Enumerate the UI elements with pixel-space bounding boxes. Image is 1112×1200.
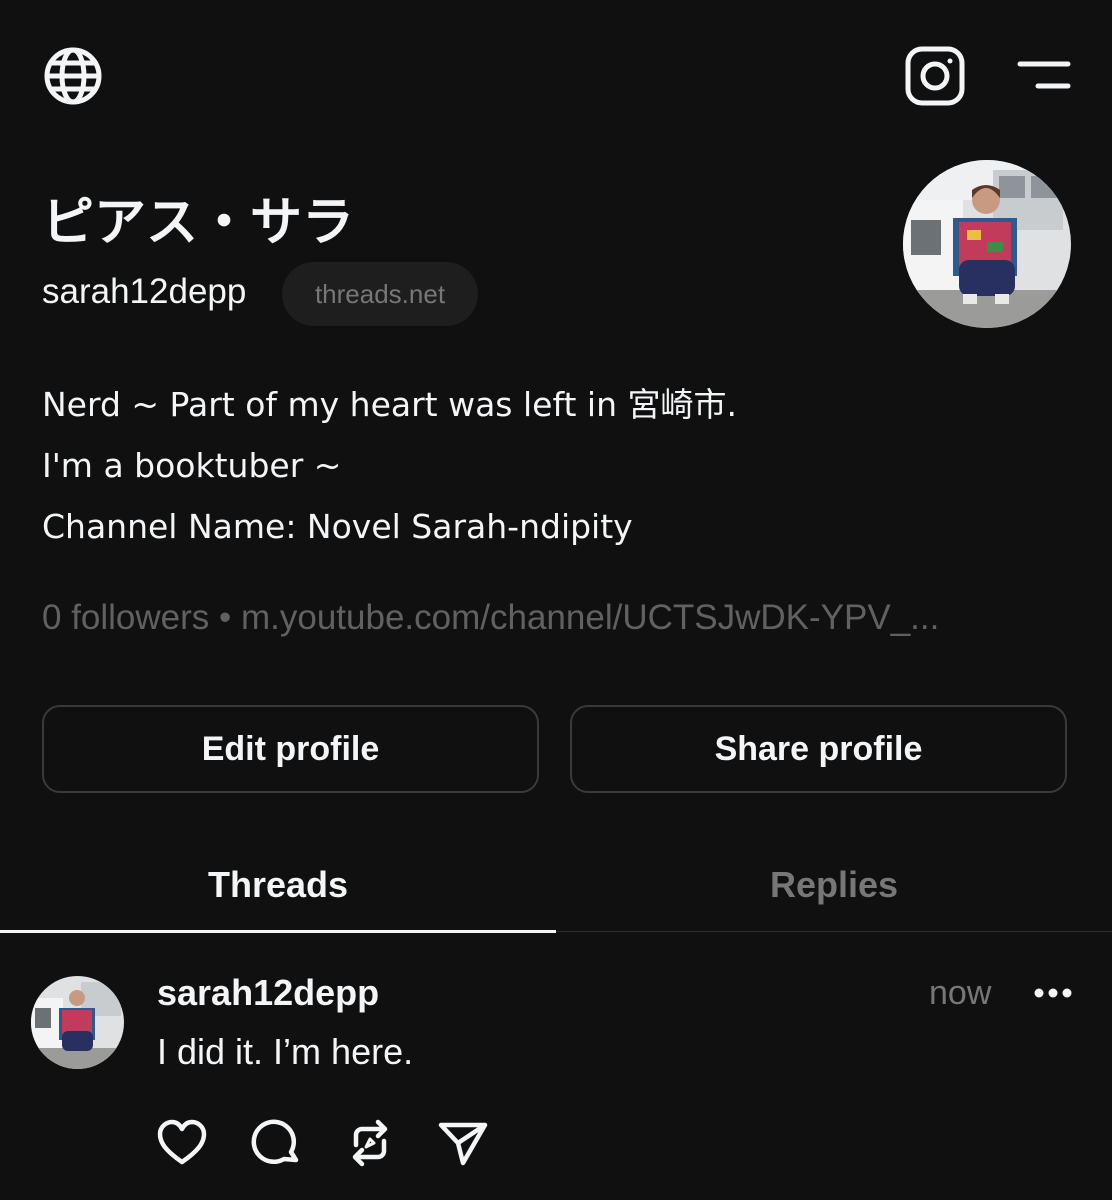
bio-line: Channel Name: Novel Sarah-ndipity xyxy=(42,507,633,546)
profile-display-name: ピアス・サラ xyxy=(42,193,355,253)
more-options-icon[interactable] xyxy=(1030,980,1076,1006)
tab-replies[interactable]: Replies xyxy=(556,855,1112,915)
tab-threads[interactable]: Threads xyxy=(0,855,556,915)
heart-icon[interactable] xyxy=(156,1117,208,1169)
post-author-name[interactable]: sarah12depp xyxy=(157,972,379,1014)
edit-profile-button[interactable]: Edit profile xyxy=(42,705,539,793)
profile-bio: Nerd ~ Part of my heart was left in 宮崎市.… xyxy=(42,374,1042,557)
menu-icon[interactable] xyxy=(1014,54,1076,98)
post-author-avatar[interactable] xyxy=(31,976,124,1069)
post-text: I did it. I’m here. xyxy=(157,1031,414,1072)
bio-line: Nerd ~ Part of my heart was left in 宮崎市. xyxy=(42,385,737,424)
comment-icon[interactable] xyxy=(250,1117,302,1169)
profile-username: sarah12depp xyxy=(42,272,247,311)
bio-line: I'm a booktuber ~ xyxy=(42,446,342,485)
active-tab-indicator xyxy=(0,930,556,933)
meta-separator: • xyxy=(209,598,241,637)
domain-badge[interactable]: threads.net xyxy=(282,262,478,326)
followers-count[interactable]: 0 followers xyxy=(42,598,209,637)
repost-icon[interactable] xyxy=(344,1117,396,1169)
profile-meta: 0 followers • m.youtube.com/channel/UCTS… xyxy=(42,598,1062,638)
profile-avatar[interactable] xyxy=(903,160,1071,328)
profile-link[interactable]: m.youtube.com/channel/UCTSJwDK-YPV_... xyxy=(241,598,939,637)
send-icon[interactable] xyxy=(437,1117,489,1169)
globe-icon[interactable] xyxy=(40,43,106,109)
share-profile-button[interactable]: Share profile xyxy=(570,705,1067,793)
instagram-icon[interactable] xyxy=(904,45,966,107)
post-timestamp: now xyxy=(929,974,992,1012)
